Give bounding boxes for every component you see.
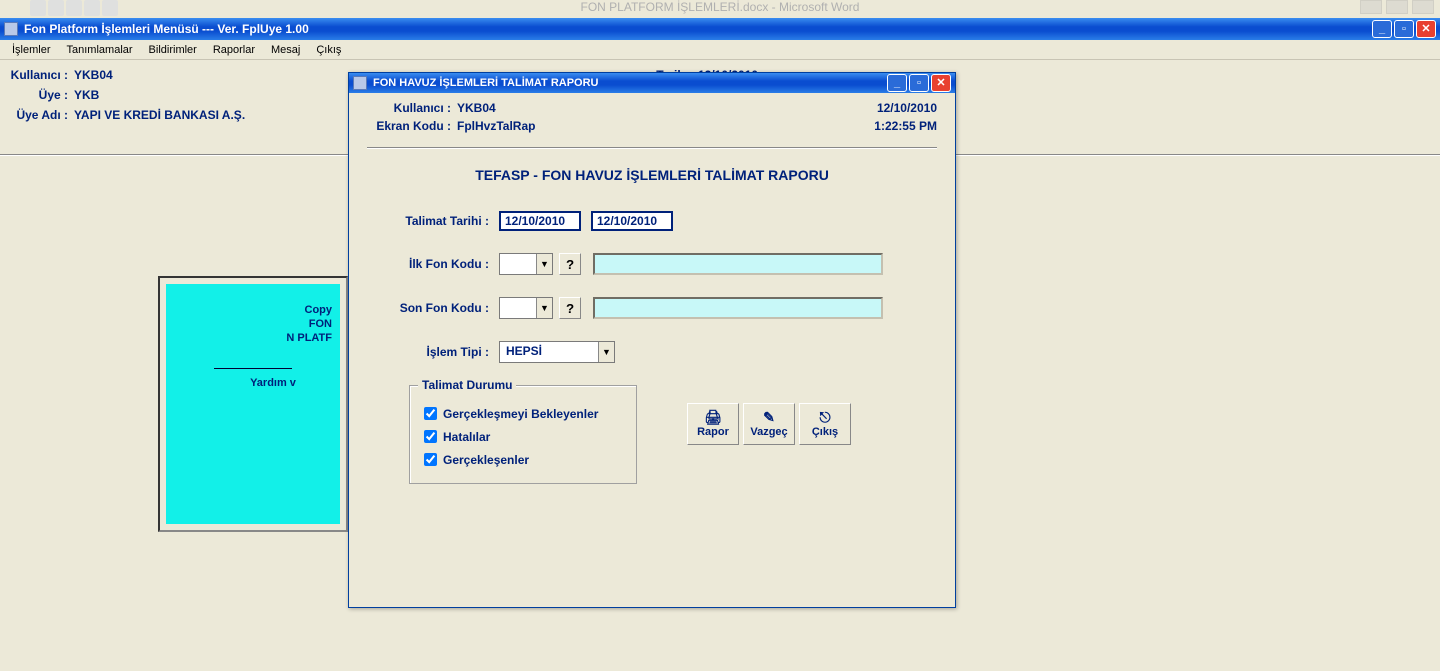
- dialog-minimize-button[interactable]: _: [887, 74, 907, 92]
- dlg-kullanici-label: Kullanıcı :: [367, 101, 457, 115]
- menu-raporlar[interactable]: Raporlar: [205, 42, 263, 58]
- chevron-down-icon: ▼: [536, 298, 552, 318]
- menu-bildirimler[interactable]: Bildirimler: [141, 42, 205, 58]
- main-close-button[interactable]: ✕: [1416, 20, 1436, 38]
- uye-label: Üye :: [8, 88, 74, 102]
- dialog-icon: [353, 76, 367, 90]
- dlg-ekran-value: FplHvzTalRap: [457, 119, 535, 133]
- dialog-heading: TEFASP - FON HAVUZ İŞLEMLERİ TALİMAT RAP…: [367, 167, 937, 183]
- cikis-button-label: Çıkış: [812, 426, 838, 438]
- islem-tipi-label: İşlem Tipi :: [391, 345, 499, 359]
- talimat-tarihi-label: Talimat Tarihi :: [391, 214, 499, 228]
- dlg-kullanici-value: YKB04: [457, 101, 496, 115]
- splash-line-yardim: Yardım v: [174, 377, 332, 389]
- check-gerceklesenler[interactable]: [424, 453, 437, 466]
- check-bekleyenler[interactable]: [424, 407, 437, 420]
- check-hatalilar-label: Hatalılar: [443, 430, 490, 444]
- rapor-button-label: Rapor: [697, 426, 729, 438]
- talimat-durumu-group: Talimat Durumu Gerçekleşmeyi Bekleyenler…: [409, 385, 637, 484]
- check-bekleyenler-label: Gerçekleşmeyi Bekleyenler: [443, 407, 598, 421]
- son-fon-display: [593, 297, 883, 319]
- menu-tanimlamalar[interactable]: Tanımlamalar: [59, 42, 141, 58]
- app-icon: [4, 22, 18, 36]
- printer-icon: 🖨: [704, 410, 722, 424]
- chevron-down-icon: ▼: [598, 342, 614, 362]
- cikis-button[interactable]: ⎋ Çıkış: [799, 403, 851, 445]
- main-titlebar: Fon Platform İşlemleri Menüsü --- Ver. F…: [0, 18, 1440, 40]
- check-gerceklesenler-label: Gerçekleşenler: [443, 453, 529, 467]
- exit-icon: ⎋: [819, 410, 830, 424]
- dlg-tarih-value: 12/10/2010: [877, 101, 937, 115]
- ilk-fon-help-button[interactable]: ?: [559, 253, 581, 275]
- dlg-saat-value: 1:22:55 PM: [874, 119, 937, 133]
- uye-value: YKB: [74, 88, 99, 102]
- dialog-divider: [367, 147, 937, 149]
- main-maximize-button[interactable]: ▫: [1394, 20, 1414, 38]
- dialog-close-button[interactable]: ✕: [931, 74, 951, 92]
- splash-box: Copy FON N PLATF Yardım v: [158, 276, 348, 532]
- splash-line-fon: FON: [174, 318, 332, 330]
- splash-line-platf: N PLATF: [174, 332, 332, 344]
- background-quick-access: [30, 0, 118, 16]
- menu-cikis[interactable]: Çıkış: [308, 42, 349, 58]
- eraser-icon: ✎: [763, 410, 775, 424]
- date-from-input[interactable]: [499, 211, 581, 231]
- dialog-maximize-button[interactable]: ▫: [909, 74, 929, 92]
- rapor-button[interactable]: 🖨 Rapor: [687, 403, 739, 445]
- menubar: İşlemler Tanımlamalar Bildirimler Raporl…: [0, 40, 1440, 60]
- son-fon-combo[interactable]: ▼: [499, 297, 553, 319]
- chevron-down-icon: ▼: [536, 254, 552, 274]
- son-fon-label: Son Fon Kodu :: [391, 301, 499, 315]
- ilk-fon-label: İlk Fon Kodu :: [391, 257, 499, 271]
- kullanici-value: YKB04: [74, 68, 113, 82]
- dialog-title: FON HAVUZ İŞLEMLERİ TALİMAT RAPORU: [373, 77, 887, 89]
- dlg-ekran-label: Ekran Kodu :: [367, 119, 457, 133]
- kullanici-label: Kullanıcı :: [8, 68, 74, 82]
- ilk-fon-combo[interactable]: ▼: [499, 253, 553, 275]
- background-word-title: FON PLATFORM İŞLEMLERİ.docx - Microsoft …: [0, 0, 1440, 18]
- main-minimize-button[interactable]: _: [1372, 20, 1392, 38]
- ilk-fon-display: [593, 253, 883, 275]
- vazgec-button-label: Vazgeç: [750, 426, 787, 438]
- check-hatalilar[interactable]: [424, 430, 437, 443]
- islem-tipi-combo[interactable]: HEPSİ ▼: [499, 341, 615, 363]
- talimat-durumu-legend: Talimat Durumu: [418, 378, 516, 392]
- uyeadi-label: Üye Adı :: [8, 108, 74, 122]
- uyeadi-value: YAPI VE KREDİ BANKASI A.Ş.: [74, 108, 245, 122]
- islem-tipi-value: HEPSİ: [500, 342, 598, 362]
- splash-divider: [214, 368, 292, 369]
- report-dialog: FON HAVUZ İŞLEMLERİ TALİMAT RAPORU _ ▫ ✕…: [348, 72, 956, 608]
- son-fon-help-button[interactable]: ?: [559, 297, 581, 319]
- main-title: Fon Platform İşlemleri Menüsü --- Ver. F…: [24, 22, 1372, 36]
- menu-mesaj[interactable]: Mesaj: [263, 42, 308, 58]
- background-window-buttons: [1360, 0, 1434, 14]
- menu-islemler[interactable]: İşlemler: [4, 42, 59, 58]
- dialog-titlebar: FON HAVUZ İŞLEMLERİ TALİMAT RAPORU _ ▫ ✕: [349, 73, 955, 93]
- vazgec-button[interactable]: ✎ Vazgeç: [743, 403, 795, 445]
- splash-line-copy: Copy: [174, 304, 332, 316]
- date-to-input[interactable]: [591, 211, 673, 231]
